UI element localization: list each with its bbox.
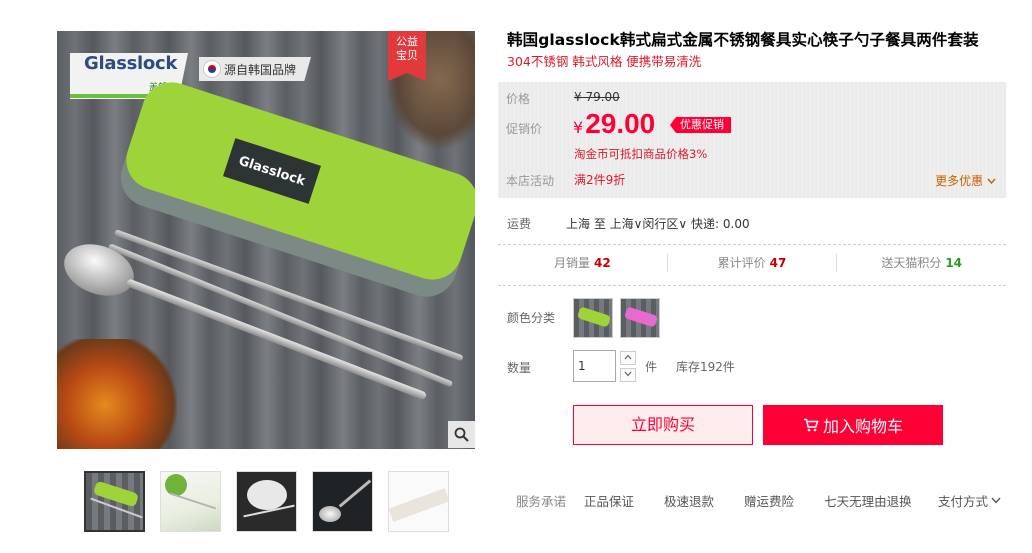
spoon-head xyxy=(57,235,142,305)
food-decoration xyxy=(57,339,177,449)
charity-text: 公益宝贝 xyxy=(396,35,418,62)
monthly-sales-label: 月销量 xyxy=(553,256,590,270)
magnifier-icon xyxy=(454,427,469,442)
quantity-increase-button[interactable] xyxy=(620,351,636,365)
payment-methods-dropdown[interactable]: 支付方式 xyxy=(938,491,1001,510)
services-label: 服务承诺 xyxy=(516,494,567,509)
shipping-destination[interactable]: 上海 至 上海∨闵行区∨ 快递: 0.00 xyxy=(566,215,750,232)
origin-badge: 源自韩国品牌 xyxy=(199,57,311,81)
total-reviews[interactable]: 累计评价 47 xyxy=(668,254,838,272)
chevron-down-icon xyxy=(624,371,632,377)
thumbnail-1[interactable] xyxy=(84,471,145,532)
promo-price: ¥ 29.00 xyxy=(573,108,655,140)
thumbnail-2[interactable] xyxy=(160,471,221,532)
sales-stats: 月销量 42 累计评价 47 送天猫积分 14 xyxy=(498,254,1006,272)
product-title: 韩国glasslock韩式扁式金属不锈钢餐具实心筷子勺子餐具两件套装 xyxy=(507,31,979,49)
brand-logo: Glasslock xyxy=(84,53,177,74)
add-to-cart-label: 加入购物车 xyxy=(822,417,903,436)
price-panel: 价格 ¥ 79.00 促销价 ¥ 29.00 优惠促销 淘金币可抵扣商品价格3%… xyxy=(498,82,1006,198)
thumbnail-strip xyxy=(84,471,449,532)
service-genuine[interactable]: 正品保证 xyxy=(584,491,634,510)
points-value: 14 xyxy=(945,256,963,270)
points-label: 送天猫积分 xyxy=(881,256,942,270)
thumbnail-3[interactable] xyxy=(236,471,297,532)
color-label: 颜色分类 xyxy=(507,311,556,325)
quantity-decrease-button[interactable] xyxy=(620,368,636,382)
tmall-points: 送天猫积分 14 xyxy=(837,254,1006,272)
monthly-sales-value: 42 xyxy=(593,256,611,270)
shipping-label: 运费 xyxy=(507,217,532,231)
service-fast-refund[interactable]: 极速退款 xyxy=(664,491,714,510)
monthly-sales: 月销量 42 xyxy=(498,254,668,272)
price-label: 价格 xyxy=(506,92,531,106)
add-to-cart-button[interactable]: 加入购物车 xyxy=(763,405,943,445)
color-swatch-green[interactable] xyxy=(573,298,613,338)
more-offers-link[interactable]: 更多优惠 xyxy=(935,172,996,189)
thumbnail-4[interactable] xyxy=(312,471,373,532)
chevron-up-icon xyxy=(624,354,632,360)
quantity-label: 数量 xyxy=(507,361,532,375)
promo-tag: 优惠促销 xyxy=(670,117,731,133)
main-product-image[interactable]: Glasslock 盖朗 源自韩国品牌 公益宝贝 Glasslock xyxy=(57,31,475,449)
chevron-down-icon xyxy=(991,497,1001,504)
divider xyxy=(498,285,1006,286)
original-price: ¥ 79.00 xyxy=(574,90,620,104)
charity-badge: 公益宝贝 xyxy=(388,31,426,81)
reviews-label: 累计评价 xyxy=(717,256,766,270)
quantity-input[interactable]: 1 xyxy=(573,350,616,382)
payment-label: 支付方式 xyxy=(938,494,989,509)
thumbnail-5[interactable] xyxy=(388,471,449,532)
stock-count: 库存192件 xyxy=(676,360,735,374)
store-activity: 满2件9折 xyxy=(574,173,626,187)
zoom-button[interactable] xyxy=(448,421,475,448)
more-offers-text: 更多优惠 xyxy=(935,174,984,188)
promo-price-value: 29.00 xyxy=(585,108,656,139)
divider xyxy=(498,244,1006,245)
promo-price-label: 促销价 xyxy=(506,122,543,136)
coins-note: 淘金币可抵扣商品价格3% xyxy=(574,147,708,161)
origin-text: 源自韩国品牌 xyxy=(224,62,297,77)
chevron-down-icon xyxy=(987,178,996,185)
product-subtitle: 304不锈钢 韩式风格 便携带易清洗 xyxy=(507,54,702,69)
color-swatch-pink[interactable] xyxy=(620,298,660,338)
cart-icon xyxy=(803,418,819,432)
reviews-value: 47 xyxy=(769,256,787,270)
service-seven-day-return[interactable]: 七天无理由退换 xyxy=(824,491,912,510)
korea-flag-icon xyxy=(203,60,221,78)
activity-label: 本店活动 xyxy=(506,174,555,188)
buy-now-button[interactable]: 立即购买 xyxy=(573,405,753,445)
currency-symbol: ¥ xyxy=(573,118,584,137)
service-shipping-insurance[interactable]: 赠运费险 xyxy=(744,491,794,510)
quantity-unit: 件 xyxy=(645,360,658,374)
service-promises: 服务承诺 正品保证 极速退款 赠运费险 七天无理由退换 xyxy=(516,491,942,510)
